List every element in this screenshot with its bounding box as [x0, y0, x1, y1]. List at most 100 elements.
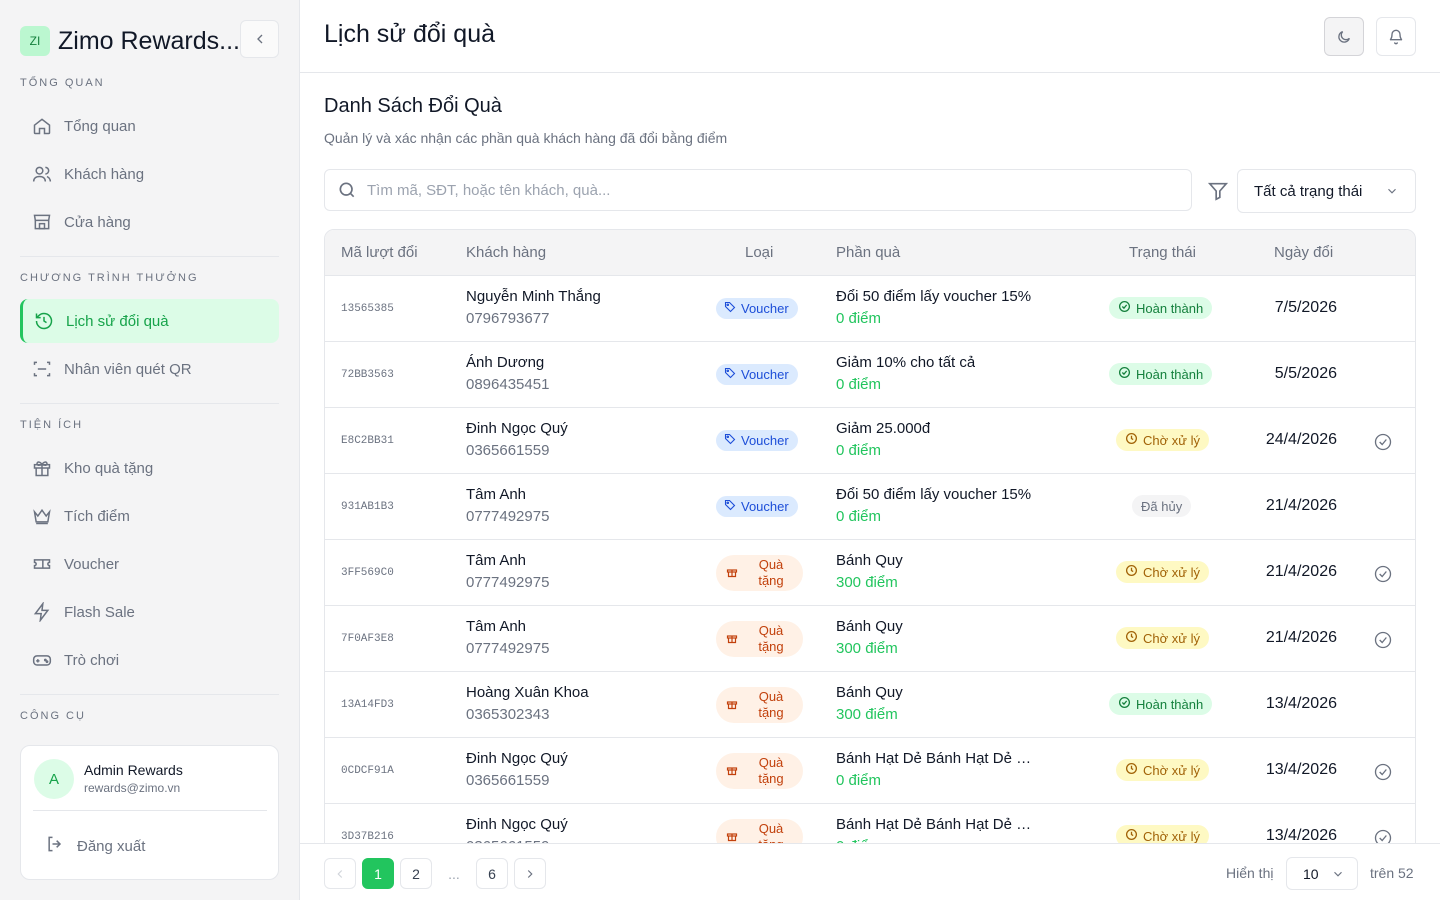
- search-input[interactable]: [367, 181, 1167, 199]
- type-badge-voucher: Voucher: [716, 364, 798, 385]
- column-header-type[interactable]: Loại: [745, 244, 773, 261]
- sidebar-item-flash-sale[interactable]: Flash Sale: [20, 590, 279, 634]
- status-label: Chờ xử lý: [1143, 630, 1200, 646]
- table-row[interactable]: 13A14FD3 Hoàng Xuân Khoa 0365302343 Quà tặn…: [325, 672, 1415, 738]
- avatar[interactable]: A: [34, 759, 74, 799]
- ticket-icon: [32, 554, 52, 574]
- check-circle-icon: [1118, 696, 1131, 712]
- chevron-down-icon: [1388, 188, 1396, 194]
- confirm-redemption-button[interactable]: [1373, 564, 1393, 584]
- sidebar-item-points[interactable]: Tích điểm: [20, 494, 279, 538]
- sidebar-item-stores[interactable]: Cửa hàng: [20, 200, 279, 244]
- redemption-code: 3D37B216: [341, 831, 394, 843]
- page-button-2[interactable]: 2: [400, 858, 432, 889]
- next-page-button[interactable]: [514, 858, 546, 889]
- status-badge: Hoàn thành: [1109, 363, 1213, 385]
- prev-page-button[interactable]: [324, 858, 356, 889]
- gift-icon: [726, 632, 738, 647]
- search-box: [324, 169, 1192, 211]
- status-label: Chờ xử lý: [1143, 762, 1200, 778]
- redeem-date: 21/4/2026: [1265, 563, 1337, 580]
- status-filter-value: Tất cả trạng thái: [1254, 182, 1363, 200]
- table-row[interactable]: E8C2BB31 Đinh Ngọc Quý 0365661559 Voucher Gi…: [325, 408, 1415, 474]
- chevron-left-icon: [337, 869, 343, 878]
- redeem-date: 13/4/2026: [1265, 695, 1337, 712]
- column-header-date[interactable]: Ngày đổi: [1274, 244, 1333, 261]
- table-row[interactable]: 7F0AF3E8 Tâm Anh 0777492975 Quà tặng Bánh Qu…: [325, 606, 1415, 672]
- users-icon: [32, 164, 52, 184]
- confirm-redemption-button[interactable]: [1373, 762, 1393, 782]
- column-header-customer[interactable]: Khách hàng: [466, 244, 546, 261]
- customer-phone: 0777492975: [466, 508, 550, 525]
- redeem-date: 13/4/2026: [1265, 761, 1337, 778]
- theme-toggle-button[interactable]: [1324, 17, 1364, 56]
- table-row[interactable]: 13565385 Nguyễn Minh Thắng 0796793677 Vouch…: [325, 276, 1415, 342]
- type-badge-gift: Quà tặng: [716, 555, 803, 591]
- gift-icon: [726, 764, 738, 779]
- table-row[interactable]: 931AB1B3 Tâm Anh 0777492975 Voucher Đổi 50 đ…: [325, 474, 1415, 540]
- lightning-icon: [32, 602, 52, 622]
- check-circle-icon: [1118, 366, 1131, 382]
- history-icon: [34, 311, 54, 331]
- status-badge: Chờ xử lý: [1116, 759, 1209, 781]
- status-filter-select[interactable]: Tất cả trạng thái: [1237, 169, 1416, 213]
- gift-name: Bánh Hạt Dẻ Bánh Hạt Dẻ B...: [836, 750, 1036, 767]
- gift-icon: [726, 698, 738, 713]
- check-circle-icon: [1118, 300, 1131, 316]
- page-button-1[interactable]: 1: [362, 858, 394, 889]
- per-page-select[interactable]: 10: [1286, 857, 1358, 890]
- sidebar-item-voucher[interactable]: Voucher: [20, 542, 279, 586]
- type-badge-gift: Quà tặng: [716, 753, 803, 789]
- status-label: Hoàn thành: [1136, 696, 1204, 712]
- status-badge: Chờ xử lý: [1116, 561, 1209, 583]
- status-label: Chờ xử lý: [1143, 564, 1200, 580]
- collapse-sidebar-button[interactable]: [240, 20, 279, 58]
- show-label: Hiển thị: [1226, 865, 1274, 881]
- notifications-button[interactable]: [1376, 17, 1416, 56]
- customer-phone: 0365302343: [466, 706, 550, 723]
- clock-icon: [1125, 762, 1138, 778]
- sidebar-item-qr-staff[interactable]: Nhân viên quét QR: [20, 347, 279, 391]
- confirm-redemption-button[interactable]: [1373, 630, 1393, 650]
- column-header-code[interactable]: Mã lượt đổi: [341, 244, 418, 261]
- column-header-status[interactable]: Trạng thái: [1129, 244, 1196, 261]
- tag-icon: [724, 433, 736, 448]
- status-label: Đã hủy: [1141, 498, 1183, 514]
- redemption-code: 0CDCF91A: [341, 765, 394, 777]
- gift-name: Bánh Hạt Dẻ Bánh Hạt Dẻ B...: [836, 816, 1036, 833]
- section-title-programs: CHƯƠNG TRÌNH THƯỞNG: [20, 272, 199, 284]
- brand-logo: ZI: [20, 26, 50, 56]
- table-row[interactable]: 72BB3563 Ánh Dương 0896435451 Voucher Giảm 1…: [325, 342, 1415, 408]
- sidebar: ZI Zimo Rewards... TỔNG QUAN Tổng quan K…: [0, 0, 300, 900]
- bell-icon: [1389, 29, 1403, 44]
- sidebar-item-label: Trò chơi: [64, 651, 120, 669]
- customer-name: Đinh Ngọc Quý: [466, 816, 568, 833]
- divider: [20, 694, 279, 695]
- sidebar-item-games[interactable]: Trò chơi: [20, 638, 279, 682]
- confirm-redemption-button[interactable]: [1373, 432, 1393, 452]
- sidebar-item-dashboard[interactable]: Tổng quan: [20, 104, 279, 148]
- customer-phone: 0365661559: [466, 772, 550, 789]
- table-row[interactable]: 0CDCF91A Đinh Ngọc Quý 0365661559 Quà tặng B…: [325, 738, 1415, 804]
- store-icon: [32, 212, 52, 232]
- column-header-gift[interactable]: Phần quà: [836, 244, 900, 261]
- logout-button[interactable]: Đăng xuất: [45, 834, 145, 858]
- sidebar-item-customers[interactable]: Khách hàng: [20, 152, 279, 196]
- customer-name: Tâm Anh: [466, 486, 527, 503]
- status-badge: Đã hủy: [1132, 495, 1192, 517]
- status-badge: Hoàn thành: [1109, 693, 1213, 715]
- sidebar-item-redeem-history[interactable]: Lịch sử đổi quà: [20, 299, 279, 343]
- page-button-6[interactable]: 6: [476, 858, 508, 889]
- chevron-left-icon: [256, 34, 262, 44]
- gift-name: Đổi 50 điểm lấy voucher 15%: [836, 288, 1032, 305]
- tag-icon: [724, 499, 736, 514]
- sidebar-item-label: Khách hàng: [64, 165, 145, 183]
- sidebar-item-label: Voucher: [64, 555, 120, 573]
- gift-icon: [32, 458, 52, 478]
- type-label: Voucher: [741, 367, 789, 382]
- total-label: trên 52: [1370, 865, 1414, 881]
- table-row[interactable]: 3FF569C0 Tâm Anh 0777492975 Quà tặng Bánh Qu…: [325, 540, 1415, 606]
- sidebar-item-gift-store[interactable]: Kho quà tặng: [20, 446, 279, 490]
- filter-icon[interactable]: [1207, 180, 1229, 202]
- divider: [33, 810, 267, 811]
